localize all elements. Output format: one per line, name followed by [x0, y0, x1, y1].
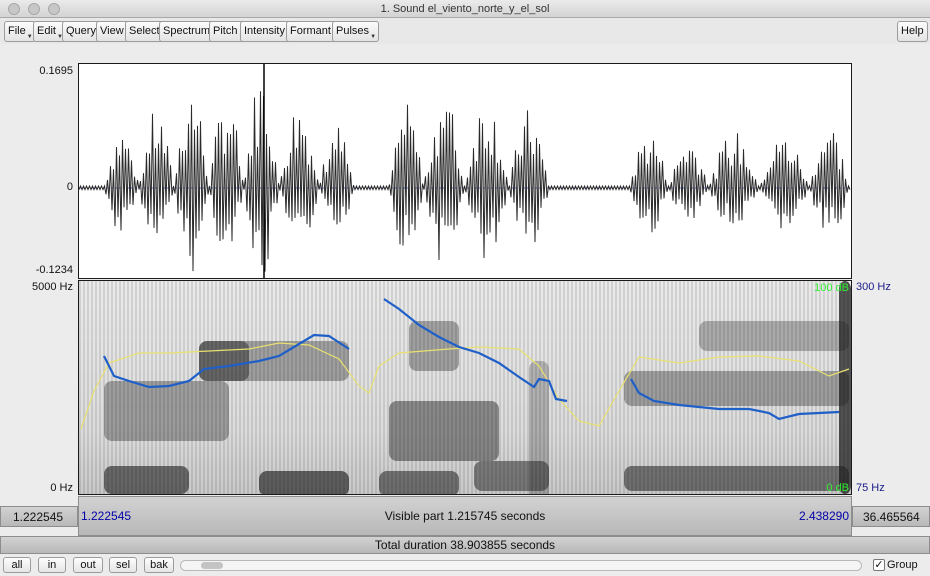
- spectrogram-striations: [79, 281, 851, 494]
- time-before-visible[interactable]: 1.222545: [0, 506, 78, 527]
- waveform-min-label: -0.1234: [35, 264, 73, 276]
- pitch-top-label: 300 Hz: [856, 281, 891, 293]
- waveform-max-label: 0.1695: [39, 65, 73, 77]
- horizontal-scrollbar[interactable]: [180, 560, 862, 571]
- intensity-top-label: 100 dB: [814, 282, 849, 294]
- time-after-visible[interactable]: 36.465564: [852, 506, 930, 527]
- scrollbar-thumb[interactable]: [201, 562, 223, 569]
- intensity-bottom-label: 0 dB: [826, 482, 849, 494]
- checkmark-icon: ✓: [874, 559, 884, 571]
- waveform-zero-label: 0: [66, 181, 73, 193]
- menu-bar: File▼ Edit▼ Query▼ View▼ Select▼ Spectru…: [0, 18, 930, 44]
- waveform-trace: [78, 91, 851, 272]
- group-label: Group: [887, 559, 918, 571]
- zoom-all-button[interactable]: all: [3, 557, 31, 573]
- menu-pulses[interactable]: Pulses ▼: [332, 21, 380, 42]
- waveform-panel[interactable]: [78, 63, 852, 279]
- zoom-selection-button[interactable]: sel: [109, 557, 137, 573]
- minimize-window-icon[interactable]: [28, 3, 40, 15]
- spectrogram-top-frequency: 5000 Hz: [32, 281, 73, 293]
- visible-part-bar[interactable]: 1.222545 Visible part 1.215745 seconds 2…: [78, 496, 852, 536]
- zoom-in-button[interactable]: in: [38, 557, 66, 573]
- zoom-out-button[interactable]: out: [73, 557, 103, 573]
- zoom-back-button[interactable]: bak: [144, 557, 174, 573]
- visible-end-time: 2.438290: [798, 509, 849, 523]
- zoom-window-icon[interactable]: [48, 3, 60, 15]
- bottom-toolbar: all in out sel bak ✓ Group: [0, 554, 930, 576]
- waveform-plot: [78, 64, 851, 278]
- menu-file[interactable]: File ▼: [4, 21, 36, 42]
- total-duration-label: Total duration 38.903855 seconds: [374, 538, 556, 552]
- title-bar: 1. Sound el_viento_norte_y_el_sol: [0, 0, 930, 18]
- group-checkbox[interactable]: ✓: [873, 559, 885, 571]
- window-title: 1. Sound el_viento_norte_y_el_sol: [380, 3, 550, 15]
- spectrogram-bottom-frequency: 0 Hz: [50, 482, 73, 494]
- dropdown-arrow-icon: ▼: [370, 34, 377, 40]
- total-duration-bar[interactable]: Total duration 38.903855 seconds: [0, 536, 930, 554]
- pitch-bottom-label: 75 Hz: [856, 482, 885, 494]
- help-button[interactable]: Help: [897, 21, 928, 42]
- spectrogram-panel[interactable]: 100 dB 0 dB: [78, 280, 852, 495]
- visible-part-label: Visible part 1.215745 seconds: [384, 509, 546, 523]
- dropdown-arrow-icon: ▼: [26, 34, 33, 40]
- spectrogram-plot: [79, 281, 851, 494]
- close-window-icon[interactable]: [8, 3, 20, 15]
